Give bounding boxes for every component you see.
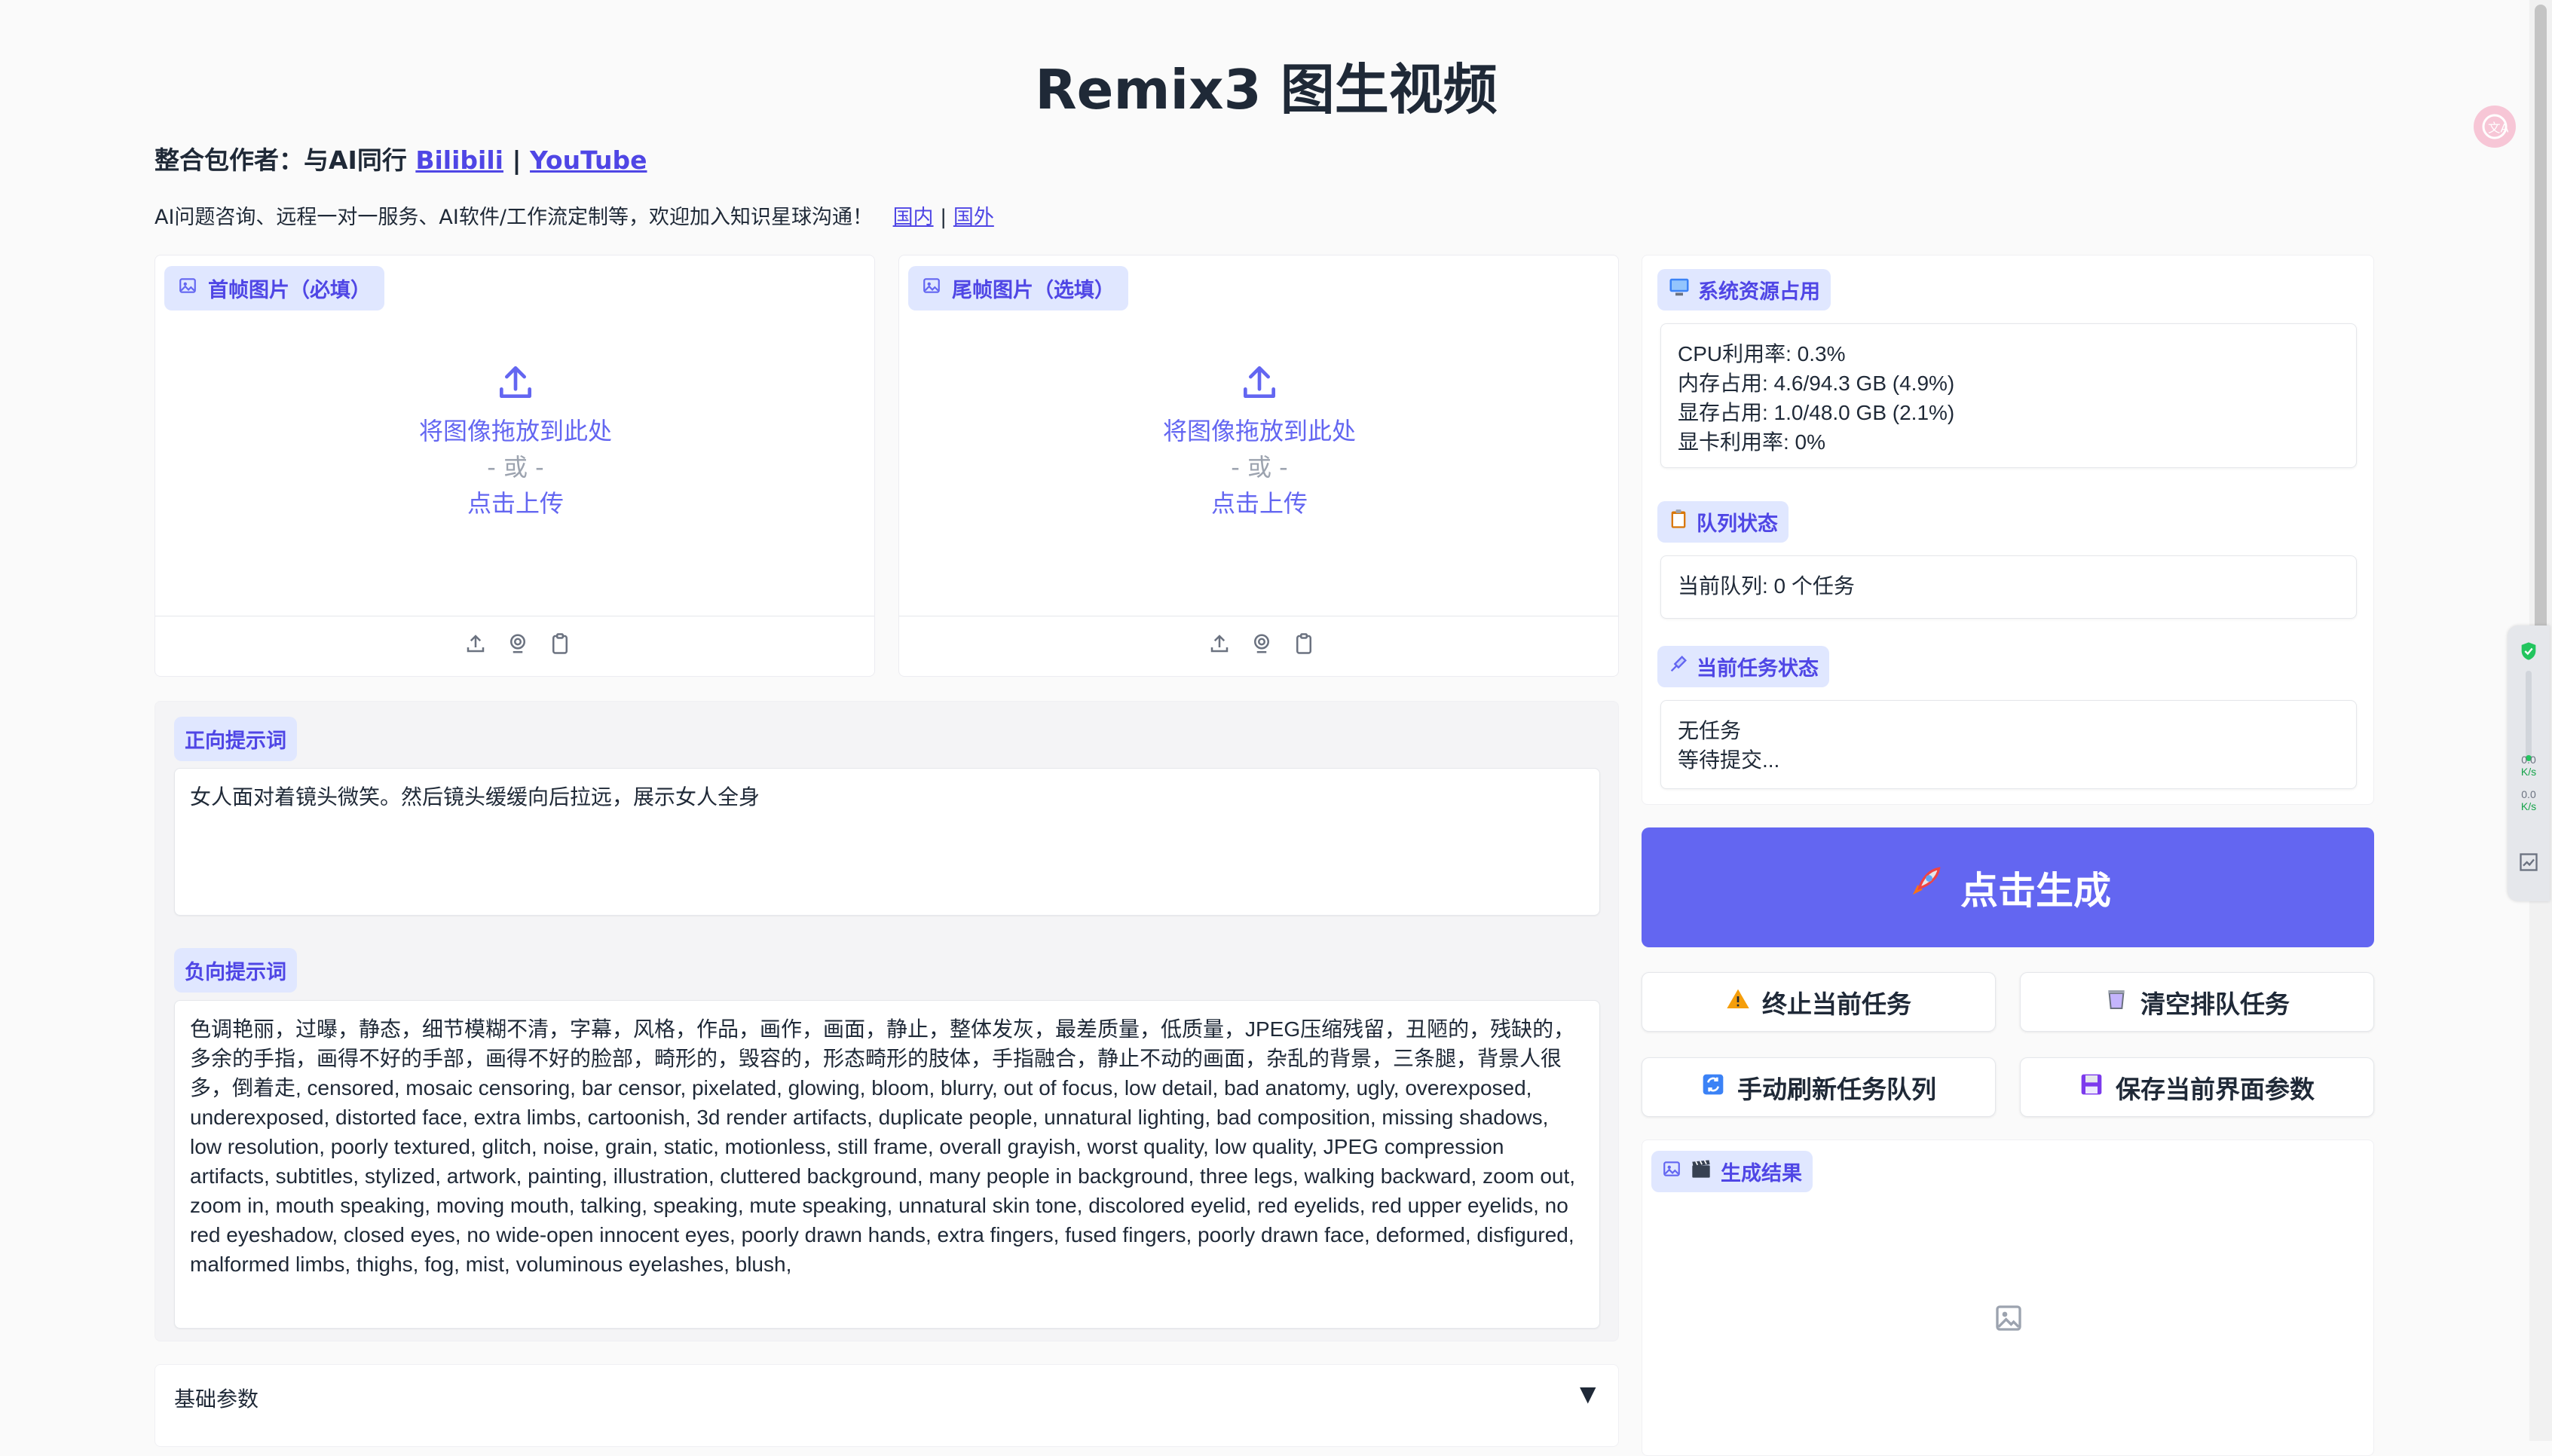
syringe-icon [1668,653,1689,680]
bilibili-link[interactable]: Bilibili [415,145,503,175]
trash-icon [2104,987,2128,1017]
stop-task-button[interactable]: 终止当前任务 [1642,972,1996,1032]
clear-queue-button[interactable]: 清空排队任务 [2020,972,2374,1032]
usage-bar [2526,671,2532,761]
overseas-link[interactable]: 国外 [953,206,994,229]
or-text: - 或 - [1231,453,1288,482]
warning-icon [1726,987,1750,1017]
refresh-queue-button[interactable]: 手动刷新任务队列 [1642,1057,1996,1117]
download-speed-unit: K/s [2520,800,2537,812]
svg-text:文A: 文A [2488,121,2508,136]
chevron-down-icon[interactable]: ▼ [1580,1381,1596,1406]
generate-button[interactable]: 点击生成 [1642,827,2374,947]
upload-icon[interactable] [1208,632,1231,658]
scrollbar-thumb[interactable] [2535,5,2547,734]
image-icon [178,276,197,301]
save-params-button[interactable]: 保存当前界面参数 [2020,1057,2374,1117]
rocket-icon [1905,864,1944,912]
negative-prompt-label: 负向提示词 [174,948,297,993]
clipboard-icon[interactable] [549,632,571,658]
shield-icon [2518,641,2539,665]
click-upload-text[interactable]: 点击上传 [899,485,1620,522]
chart-icon[interactable] [2518,852,2539,876]
upload-icon [155,361,876,413]
system-resource-box: CPU利用率: 0.3% 内存占用: 4.6/94.3 GB (4.9%) 显存… [1660,323,2357,468]
basic-params-label: 基础参数 [174,1387,259,1412]
last-frame-label: 尾帧图片（选填） [908,266,1128,310]
translate-icon[interactable]: 文A [2474,106,2516,148]
clipboard-icon[interactable] [1293,632,1315,658]
positive-prompt-input[interactable]: 女人面对着镜头微笑。然后镜头缓缓向后拉远，展示女人全身 [174,768,1600,916]
image-icon [922,276,941,301]
drop-text: 将图像拖放到此处 [1162,417,1356,445]
author-line: 整合包作者：与AI同行 Bilibili | YouTube [155,140,647,176]
drop-text: 将图像拖放到此处 [418,417,612,445]
current-task-box: 无任务 等待提交... [1660,700,2357,789]
image-icon [1662,1159,1681,1184]
last-frame-upload[interactable]: 尾帧图片（选填） 将图像拖放到此处 - 或 - 点击上传 [898,255,1619,677]
result-panel: 生成结果 [1642,1139,2374,1456]
network-monitor-widget[interactable]: 0.0 K/s 0.0 K/s [2508,626,2550,901]
download-speed: 0.0 [2521,788,2536,800]
cpu-usage: CPU利用率: 0.3% [1678,342,1846,366]
or-text: - 或 - [487,453,544,482]
upload-icon[interactable] [464,632,487,658]
prompts-panel: 正向提示词 女人面对着镜头微笑。然后镜头缓缓向后拉远，展示女人全身 负向提示词 … [155,701,1619,1341]
author-prefix: 整合包作者：与AI同行 [155,145,407,175]
current-task-label: 当前任务状态 [1657,646,1829,687]
upload-toolbar [464,632,571,658]
queue-status-label: 队列状态 [1657,501,1789,543]
first-frame-dropzone[interactable]: 将图像拖放到此处 - 或 - 点击上传 [155,361,876,522]
basic-params-accordion[interactable]: 基础参数 ▼ [155,1364,1619,1447]
current-task-waiting: 等待提交... [1678,748,1780,772]
queue-status-box: 当前队列: 0 个任务 [1660,555,2357,619]
click-upload-text[interactable]: 点击上传 [155,485,876,522]
empty-image-icon [1994,1303,2024,1336]
negative-prompt-input[interactable]: 色调艳丽，过曝，静态，细节模糊不清，字幕，风格，作品，画作，画面，静止，整体发灰… [174,1000,1600,1329]
domestic-link[interactable]: 国内 [893,206,934,229]
upload-toolbar [1208,632,1315,658]
current-task-state: 无任务 [1678,719,1742,742]
queue-count: 当前队列: 0 个任务 [1678,574,1855,598]
gpu-usage: 显卡利用率: 0% [1678,430,1826,454]
vram-usage: 显存占用: 1.0/48.0 GB (2.1%) [1678,401,1955,424]
refresh-icon [1701,1072,1725,1103]
consult-text: AI问题咨询、远程一对一服务、AI软件/工作流定制等，欢迎加入知识星球沟通！ [155,206,873,229]
status-panel: 系统资源占用 CPU利用率: 0.3% 内存占用: 4.6/94.3 GB (4… [1642,255,2374,805]
consult-line: AI问题咨询、远程一对一服务、AI软件/工作流定制等，欢迎加入知识星球沟通！ 国… [155,200,994,230]
youtube-link[interactable]: YouTube [530,145,647,175]
positive-prompt-label: 正向提示词 [174,717,297,761]
upload-speed: 0.0 [2521,754,2536,766]
last-frame-dropzone[interactable]: 将图像拖放到此处 - 或 - 点击上传 [899,361,1620,522]
webcam-icon[interactable] [1250,632,1273,658]
monitor-icon [1668,276,1691,304]
upload-speed-unit: K/s [2520,766,2537,778]
upload-icon [899,361,1620,413]
webcam-icon[interactable] [506,632,529,658]
first-frame-label: 首帧图片（必填） [164,266,384,310]
system-resource-label: 系统资源占用 [1657,269,1831,310]
clapper-icon [1691,1158,1712,1185]
author-separator: | [512,145,522,175]
floppy-disk-icon [2079,1072,2104,1103]
memory-usage: 内存占用: 4.6/94.3 GB (4.9%) [1678,372,1955,395]
result-label: 生成结果 [1651,1151,1813,1192]
first-frame-upload[interactable]: 首帧图片（必填） 将图像拖放到此处 - 或 - 点击上传 [155,255,875,677]
page-title: Remix3 图生视频 [1035,58,1498,121]
clipboard-icon [1668,509,1689,535]
consult-separator: | [940,206,947,229]
